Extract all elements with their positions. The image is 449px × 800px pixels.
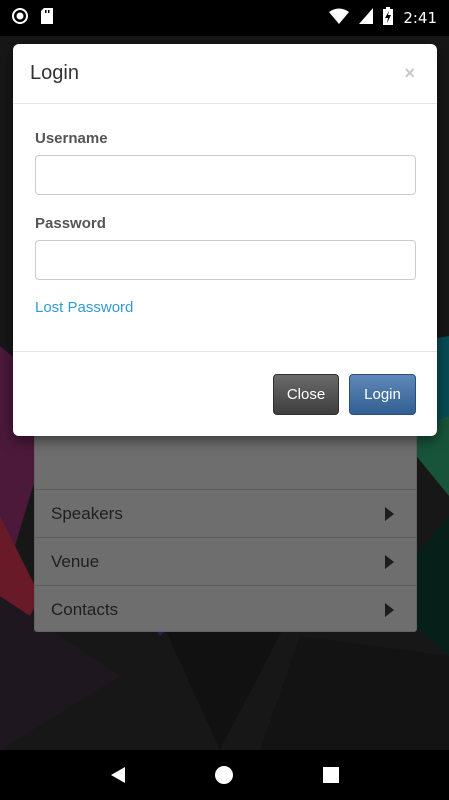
password-field[interactable] bbox=[35, 240, 416, 280]
record-icon bbox=[12, 7, 28, 29]
wifi-icon bbox=[329, 8, 350, 29]
status-left-icons bbox=[12, 7, 54, 29]
home-icon[interactable] bbox=[204, 755, 244, 795]
password-label: Password bbox=[35, 215, 106, 232]
lost-password-link[interactable]: Lost Password bbox=[35, 299, 133, 316]
close-button[interactable]: Close bbox=[273, 374, 339, 415]
modal-title: Login bbox=[30, 62, 79, 84]
modal-footer: Close Login bbox=[13, 351, 437, 436]
signal-icon bbox=[359, 7, 374, 29]
login-modal: Login × Username Password Lost Password … bbox=[13, 44, 437, 436]
close-icon[interactable]: × bbox=[404, 64, 415, 82]
username-field[interactable] bbox=[35, 155, 416, 195]
status-bar: 2:41 bbox=[0, 0, 449, 36]
modal-header: Login × bbox=[13, 44, 437, 104]
battery-charging-icon bbox=[383, 6, 394, 30]
username-label: Username bbox=[35, 130, 108, 147]
status-right-icons: 2:41 bbox=[329, 6, 437, 30]
login-button[interactable]: Login bbox=[349, 374, 416, 415]
navigation-bar bbox=[0, 750, 449, 800]
back-icon[interactable] bbox=[98, 755, 138, 795]
status-time: 2:41 bbox=[403, 9, 437, 27]
sd-card-icon bbox=[40, 7, 54, 29]
recents-icon[interactable] bbox=[311, 755, 351, 795]
